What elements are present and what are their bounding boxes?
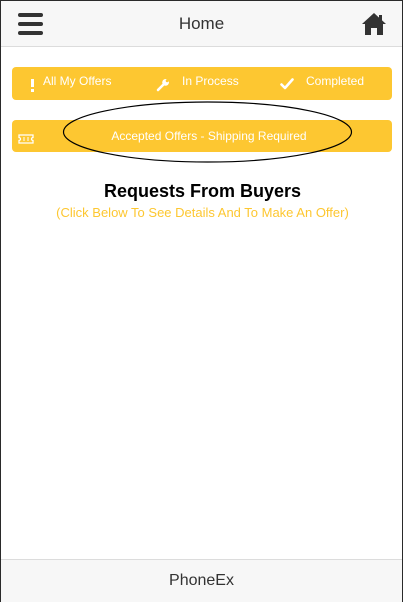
footer-title: PhoneEx bbox=[169, 572, 234, 589]
checkmark-icon bbox=[280, 78, 294, 93]
tab-completed[interactable]: Completed bbox=[278, 67, 388, 100]
page-title: Home bbox=[178, 14, 225, 33]
tab-all-my-offers[interactable]: All My Offers bbox=[26, 67, 146, 100]
header-bar: Home bbox=[1, 1, 402, 47]
accepted-offers-shipping-button[interactable]: Accepted Offers - Shipping Required bbox=[12, 120, 392, 152]
shipping-required-label: Accepted Offers - Shipping Required bbox=[111, 129, 307, 143]
offer-tabs-bar: All My Offers In Process Completed bbox=[12, 67, 392, 100]
home-icon[interactable] bbox=[361, 12, 387, 36]
tab-label: In Process bbox=[182, 74, 239, 88]
app-frame: Home All My Offers In Process Completed … bbox=[0, 0, 403, 602]
requests-from-buyers-heading: Requests From Buyers bbox=[103, 181, 302, 201]
tab-label: Completed bbox=[306, 74, 365, 88]
tab-label: All My Offers bbox=[43, 74, 112, 88]
footer-bar: PhoneEx bbox=[1, 559, 402, 602]
wrench-icon bbox=[156, 78, 170, 95]
tab-in-process[interactable]: In Process bbox=[154, 67, 264, 100]
requests-instruction-text: (Click Below To See Details And To Make … bbox=[56, 205, 349, 220]
exclamation-icon bbox=[30, 79, 35, 95]
